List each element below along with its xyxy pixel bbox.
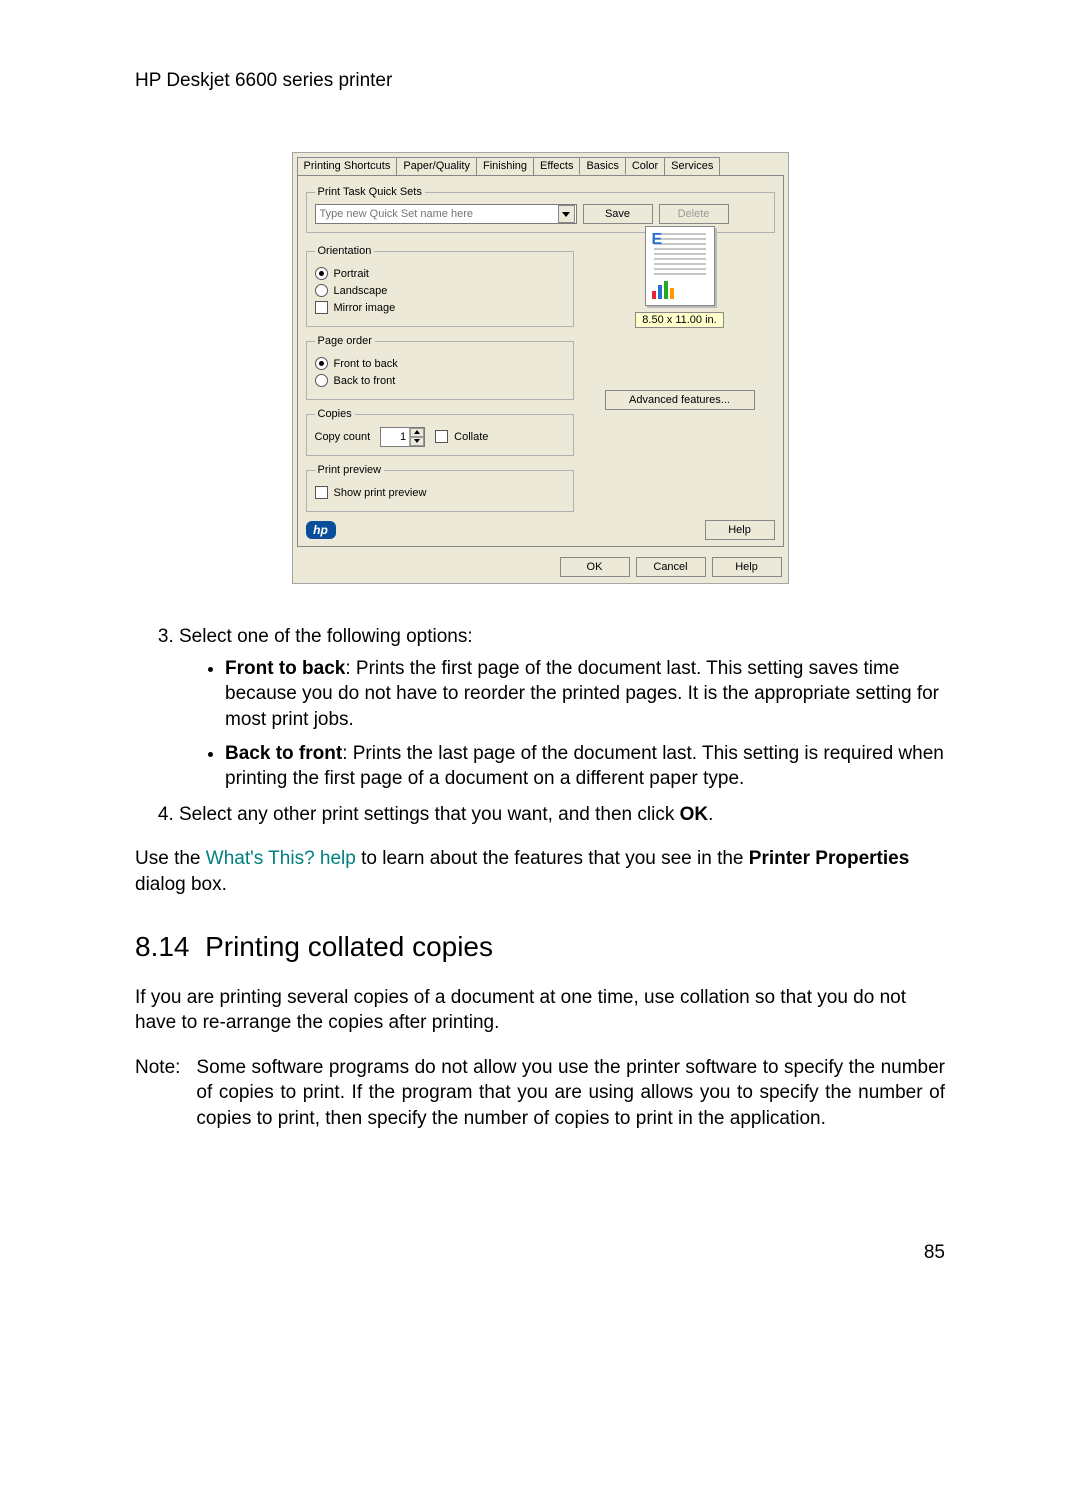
check-collate[interactable]: Collate (435, 430, 488, 443)
advanced-features-button[interactable]: Advanced features... (605, 390, 755, 410)
check-label: Show print preview (334, 487, 427, 499)
copy-count-input[interactable] (381, 428, 409, 446)
preview-column: E 8.50 x 11.00 in. Advanced features... (595, 226, 765, 410)
page-dimensions-label: 8.50 x 11.00 in. (635, 312, 723, 328)
save-button[interactable]: Save (583, 204, 653, 224)
check-show-preview[interactable]: Show print preview (315, 486, 565, 499)
delete-button: Delete (659, 204, 729, 224)
dropdown-button[interactable] (558, 205, 574, 223)
radio-icon (315, 374, 328, 387)
tab-finishing[interactable]: Finishing (476, 157, 534, 175)
spin-up-button[interactable] (410, 428, 424, 437)
tab-services[interactable]: Services (664, 157, 720, 175)
copies-legend: Copies (315, 408, 355, 420)
step-3: Select one of the following options: Fro… (179, 624, 945, 792)
radio-portrait[interactable]: Portrait (315, 267, 565, 280)
help-button[interactable]: Help (712, 557, 782, 577)
tab-effects[interactable]: Effects (533, 157, 580, 175)
radio-icon (315, 284, 328, 297)
page-order-group: Page order Front to back Back to front (306, 335, 574, 400)
section-heading: 8.14 Printing collated copies (135, 928, 945, 966)
dialog-tabs: Printing Shortcuts Paper/Quality Finishi… (293, 153, 788, 175)
orientation-group: Orientation Portrait Landscape Mirror im… (306, 245, 574, 327)
checkbox-icon (315, 301, 328, 314)
dialog-footer: OK Cancel Help (293, 551, 788, 583)
radio-back-to-front[interactable]: Back to front (315, 374, 565, 387)
tab-basics[interactable]: Basics (579, 157, 625, 175)
page-number: 85 (135, 1242, 945, 1264)
orientation-legend: Orientation (315, 245, 375, 257)
radio-icon (315, 357, 328, 370)
tab-paper-quality[interactable]: Paper/Quality (396, 157, 477, 175)
tab-shortcuts[interactable]: Printing Shortcuts (297, 157, 398, 175)
radio-front-to-back[interactable]: Front to back (315, 357, 565, 370)
letter-e-icon: E (652, 231, 663, 249)
spin-down-button[interactable] (410, 437, 424, 446)
whats-this-paragraph: Use the What's This? help to learn about… (135, 846, 945, 897)
tab-color[interactable]: Color (625, 157, 665, 175)
chevron-down-icon (414, 439, 420, 443)
page-order-legend: Page order (315, 335, 375, 347)
quicksets-legend: Print Task Quick Sets (315, 186, 425, 198)
note-label: Note: (135, 1055, 180, 1132)
mini-chart-icon (652, 281, 674, 299)
step-4: Select any other print settings that you… (179, 802, 945, 828)
page-preview-icon: E (645, 226, 715, 306)
radio-label: Front to back (334, 358, 398, 370)
copy-count-label: Copy count (315, 431, 371, 443)
cancel-button[interactable]: Cancel (636, 557, 706, 577)
whats-this-link[interactable]: What's This? help (206, 848, 356, 869)
document-body: Select one of the following options: Fro… (135, 624, 945, 1132)
chevron-down-icon (562, 212, 570, 217)
checkbox-icon (435, 430, 448, 443)
print-preview-legend: Print preview (315, 464, 385, 476)
bullet-back-to-front: Back to front: Prints the last page of t… (225, 741, 945, 792)
copy-count-spinner[interactable] (380, 427, 425, 447)
printer-properties-dialog: Printing Shortcuts Paper/Quality Finishi… (292, 152, 789, 584)
check-label: Mirror image (334, 302, 396, 314)
page-header: HP Deskjet 6600 series printer (135, 70, 945, 92)
radio-label: Back to front (334, 375, 396, 387)
hp-logo-icon: hp (306, 521, 336, 539)
quickset-name-input[interactable] (316, 208, 559, 220)
note-body: Some software programs do not allow you … (196, 1055, 945, 1132)
check-label: Collate (454, 431, 488, 443)
print-preview-group: Print preview Show print preview (306, 464, 574, 512)
radio-label: Landscape (334, 285, 388, 297)
section-intro: If you are printing several copies of a … (135, 985, 945, 1036)
dialog-body: Print Task Quick Sets Save Delete Orien (297, 175, 784, 547)
ok-button[interactable]: OK (560, 557, 630, 577)
note-block: Note: Some software programs do not allo… (135, 1055, 945, 1132)
checkbox-icon (315, 486, 328, 499)
radio-landscape[interactable]: Landscape (315, 284, 565, 297)
quickset-name-combo[interactable] (315, 204, 577, 224)
chevron-up-icon (414, 430, 420, 434)
radio-label: Portrait (334, 268, 369, 280)
bullet-front-to-back: Front to back: Prints the first page of … (225, 656, 945, 733)
copies-group: Copies Copy count (306, 408, 574, 456)
check-mirror[interactable]: Mirror image (315, 301, 565, 314)
help-button-inner[interactable]: Help (705, 520, 775, 540)
radio-icon (315, 267, 328, 280)
